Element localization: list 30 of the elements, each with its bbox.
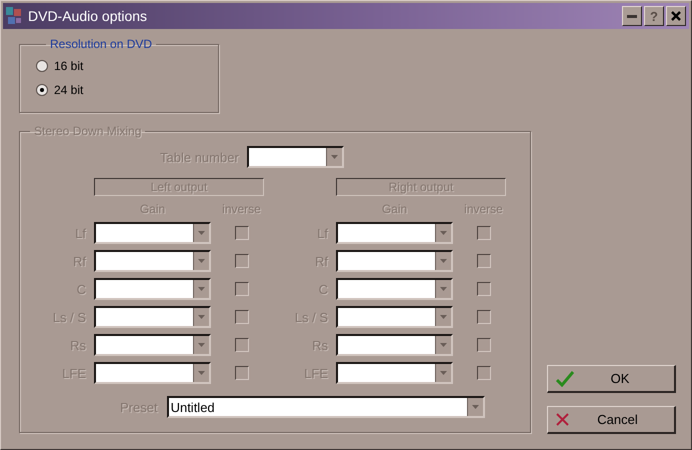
ok-button[interactable]: OK xyxy=(547,365,676,393)
caret-icon xyxy=(440,343,447,347)
radio-button[interactable] xyxy=(36,60,48,72)
minimize-icon xyxy=(627,14,637,18)
group-title: Resolution on DVD xyxy=(49,37,154,51)
caret-icon xyxy=(440,287,447,291)
caret-icon xyxy=(198,371,205,375)
caret-icon xyxy=(198,343,205,347)
caret-icon xyxy=(472,405,479,409)
caret-icon xyxy=(198,287,205,291)
minimize-button[interactable] xyxy=(622,6,642,26)
radio-label: 24 bit xyxy=(54,83,84,97)
window-title: DVD-Audio options xyxy=(28,8,148,24)
close-icon xyxy=(671,11,681,21)
radio-button[interactable] xyxy=(36,84,48,96)
caret-icon xyxy=(198,231,205,235)
caret-icon xyxy=(440,371,447,375)
app-icon xyxy=(6,7,22,25)
caret-icon xyxy=(440,315,447,319)
close-button[interactable] xyxy=(666,6,686,26)
check-icon xyxy=(556,370,574,386)
group-title: Stereo Down Mixing xyxy=(33,124,142,138)
cross-icon xyxy=(556,413,569,426)
caret-icon xyxy=(440,231,447,235)
radio-label: 16 bit xyxy=(54,59,84,73)
caret-icon xyxy=(198,259,205,263)
caret-icon xyxy=(330,155,338,159)
cancel-button[interactable]: Cancel xyxy=(547,406,676,434)
caret-icon xyxy=(440,259,447,263)
caret-icon xyxy=(198,315,205,319)
